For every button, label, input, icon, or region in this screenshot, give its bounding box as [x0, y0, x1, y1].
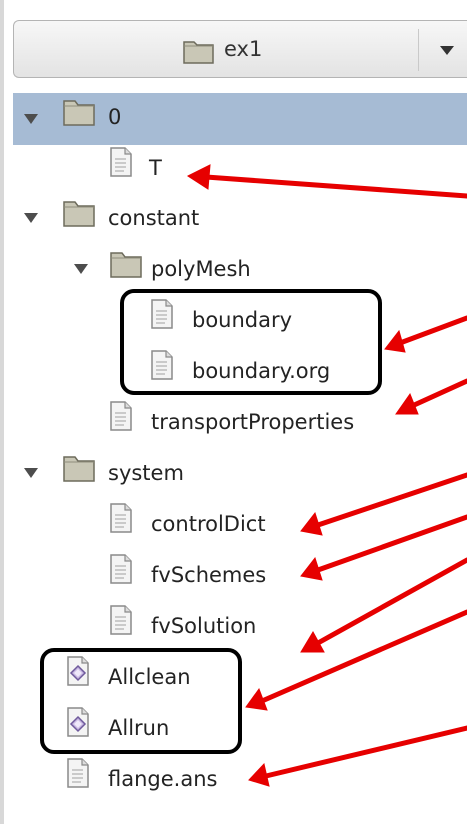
annotation-arrows: [186, 164, 467, 787]
annotation-arrow: [248, 725, 467, 787]
annotation-arrow: [384, 315, 467, 353]
annotation-arrow: [300, 557, 467, 653]
annotation-arrow: [300, 514, 467, 581]
annotation-arrow: [186, 164, 467, 199]
annotation-arrow: [245, 609, 467, 711]
annotation-arrow: [395, 378, 467, 415]
